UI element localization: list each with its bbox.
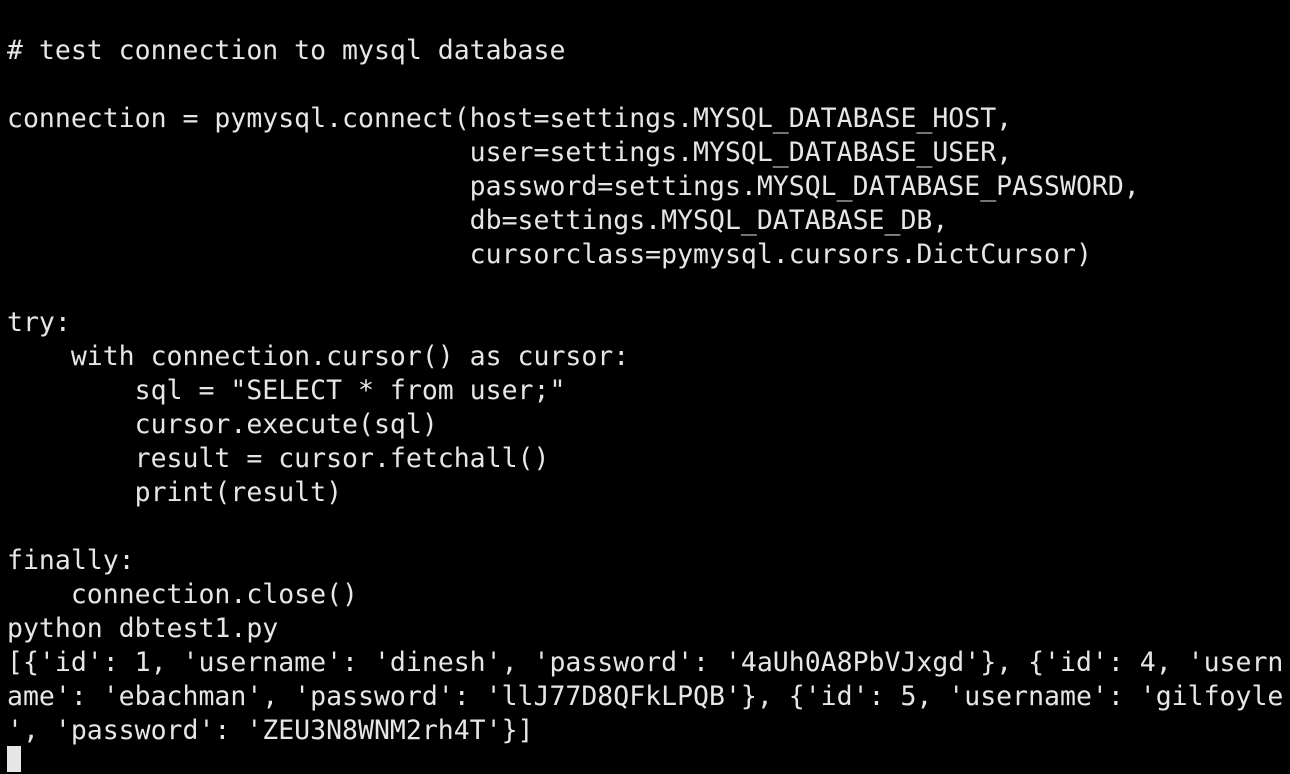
command-line: python dbtest1.py <box>7 613 279 644</box>
code-line: result = cursor.fetchall() <box>7 443 550 474</box>
code-line: print(result) <box>7 477 343 508</box>
code-line: cursorclass=pymysql.cursors.DictCursor) <box>7 239 1092 270</box>
code-line: with connection.cursor() as cursor: <box>7 341 630 372</box>
code-line: db=settings.MYSQL_DATABASE_DB, <box>7 205 949 236</box>
code-line: password=settings.MYSQL_DATABASE_PASSWOR… <box>7 171 1140 202</box>
code-line: sql = "SELECT * from user;" <box>7 375 566 406</box>
code-line: cursor.execute(sql) <box>7 409 438 440</box>
code-line: connection.close() <box>7 579 358 610</box>
terminal-cursor <box>7 746 21 772</box>
output-line: [{'id': 1, 'username': 'dinesh', 'passwo… <box>7 647 1284 678</box>
output-line: ', 'password': 'ZEU3N8WNM2rh4T'}] <box>7 715 534 746</box>
code-line: try: <box>7 307 71 338</box>
output-line: ame': 'ebachman', 'password': 'llJ77D8QF… <box>7 681 1284 712</box>
terminal-window[interactable]: # test connection to mysql database conn… <box>0 0 1290 774</box>
code-line: connection = pymysql.connect(host=settin… <box>7 103 1013 134</box>
code-line: user=settings.MYSQL_DATABASE_USER, <box>7 137 1013 168</box>
code-comment-line: # test connection to mysql database <box>7 35 566 66</box>
code-line: finally: <box>7 545 135 576</box>
